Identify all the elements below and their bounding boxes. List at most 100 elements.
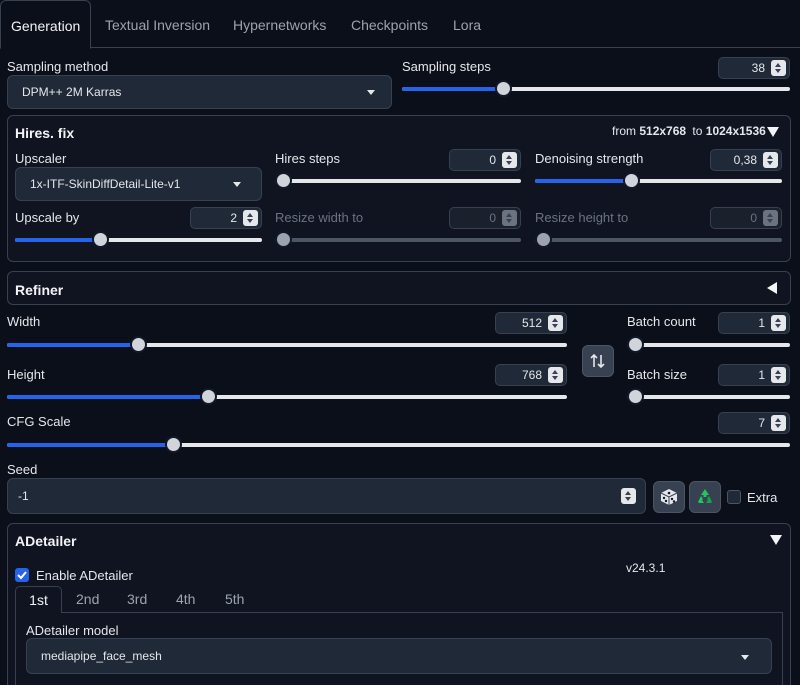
stepper-icon[interactable] bbox=[763, 210, 778, 226]
width-label: Width bbox=[7, 314, 41, 329]
batch-count-input[interactable]: 1 bbox=[718, 312, 790, 334]
width-input[interactable]: 512 bbox=[495, 312, 567, 334]
slider-handle[interactable] bbox=[275, 172, 292, 189]
slider-handle[interactable] bbox=[627, 388, 644, 405]
batch-size-value: 1 bbox=[758, 368, 765, 382]
slider-handle[interactable] bbox=[200, 388, 217, 405]
batch-size-input[interactable]: 1 bbox=[718, 364, 790, 386]
slider-handle[interactable] bbox=[535, 231, 552, 248]
tab-textual-inversion[interactable]: Textual Inversion bbox=[105, 0, 210, 48]
width-slider[interactable] bbox=[7, 336, 567, 353]
upscale-by-input[interactable]: 2 bbox=[190, 207, 262, 229]
adetailer-tab-4th[interactable]: 4th bbox=[176, 586, 195, 613]
denoising-strength-slider[interactable] bbox=[535, 172, 782, 189]
resize-width-input[interactable]: 0 bbox=[449, 207, 521, 229]
stepper-icon[interactable] bbox=[771, 367, 786, 383]
hires-from-size: 512x768 bbox=[639, 124, 687, 138]
adetailer-model-dropdown[interactable]: mediapipe_face_mesh bbox=[26, 638, 772, 674]
height-slider[interactable] bbox=[7, 388, 567, 405]
tab-hypernetworks[interactable]: Hypernetworks bbox=[233, 0, 326, 48]
adetailer-tab-1st[interactable]: 1st bbox=[15, 586, 62, 613]
hires-to-size: 1024x1536 bbox=[705, 124, 766, 138]
upscaler-dropdown[interactable]: 1x-ITF-SkinDiffDetail-Lite-v1 bbox=[15, 167, 262, 201]
stepper-icon[interactable] bbox=[502, 210, 517, 226]
enable-adetailer-label[interactable]: Enable ADetailer bbox=[36, 568, 133, 583]
resize-height-input[interactable]: 0 bbox=[710, 207, 782, 229]
slider-handle[interactable] bbox=[165, 436, 182, 453]
main-tabs: Generation Textual Inversion Hypernetwor… bbox=[0, 0, 800, 49]
batch-size-slider[interactable] bbox=[627, 388, 790, 405]
height-label: Height bbox=[7, 367, 45, 382]
cfg-scale-slider[interactable] bbox=[7, 436, 790, 453]
adetailer-title[interactable]: ADetailer bbox=[15, 533, 76, 549]
slider-fill bbox=[7, 343, 138, 347]
upscaler-label: Upscaler bbox=[15, 151, 67, 166]
tab-checkpoints[interactable]: Checkpoints bbox=[351, 0, 428, 48]
extra-seed-checkbox[interactable] bbox=[727, 490, 741, 504]
reuse-seed-button[interactable] bbox=[689, 481, 721, 513]
adetailer-tab-5th[interactable]: 5th bbox=[225, 586, 244, 613]
slider-handle[interactable] bbox=[627, 336, 644, 353]
sampling-method-dropdown[interactable]: DPM++ 2M Karras bbox=[7, 75, 392, 109]
adetailer-tab-2nd[interactable]: 2nd bbox=[76, 586, 99, 613]
resize-width-slider[interactable] bbox=[275, 231, 521, 248]
stepper-icon[interactable] bbox=[771, 415, 786, 431]
stepper-icon[interactable] bbox=[763, 152, 778, 168]
sampling-steps-slider[interactable] bbox=[402, 80, 790, 97]
batch-size-label: Batch size bbox=[627, 367, 687, 382]
recycle-icon bbox=[698, 489, 712, 503]
extra-seed-label[interactable]: Extra bbox=[747, 490, 777, 505]
sampling-method-value: DPM++ 2M Karras bbox=[22, 85, 122, 99]
refiner-panel[interactable] bbox=[7, 271, 791, 305]
adetailer-tab-3rd[interactable]: 3rd bbox=[127, 586, 147, 613]
hires-from-text: from bbox=[612, 124, 636, 138]
swap-dimensions-icon bbox=[590, 353, 605, 369]
enable-adetailer-checkbox[interactable] bbox=[15, 568, 29, 582]
sampling-steps-input[interactable]: 38 bbox=[718, 57, 790, 79]
chevron-down-icon bbox=[367, 90, 375, 95]
hires-steps-input[interactable]: 0 bbox=[449, 149, 521, 171]
slider-fill bbox=[7, 443, 173, 447]
denoising-strength-label: Denoising strength bbox=[535, 151, 644, 166]
resize-height-slider[interactable] bbox=[535, 231, 782, 248]
stepper-icon[interactable] bbox=[771, 60, 786, 76]
expand-triangle-icon[interactable] bbox=[767, 282, 777, 294]
upscale-by-slider[interactable] bbox=[15, 231, 262, 248]
seed-input[interactable]: -1 bbox=[7, 478, 646, 514]
height-input[interactable]: 768 bbox=[495, 364, 567, 386]
stepper-icon[interactable] bbox=[243, 210, 258, 226]
slider-handle[interactable] bbox=[130, 336, 147, 353]
resize-height-label: Resize height to bbox=[535, 210, 629, 225]
refiner-title[interactable]: Refiner bbox=[15, 282, 63, 298]
hires-steps-label: Hires steps bbox=[275, 151, 341, 166]
hires-steps-slider[interactable] bbox=[275, 172, 521, 189]
tab-lora[interactable]: Lora bbox=[453, 0, 481, 48]
tab-generation[interactable]: Generation bbox=[0, 0, 92, 49]
stepper-icon[interactable] bbox=[548, 315, 563, 331]
slider-handle[interactable] bbox=[92, 231, 109, 248]
height-value: 768 bbox=[521, 368, 542, 382]
slider-handle[interactable] bbox=[623, 172, 640, 189]
stepper-icon[interactable] bbox=[771, 315, 786, 331]
batch-count-slider[interactable] bbox=[627, 336, 790, 353]
stepper-icon[interactable] bbox=[548, 367, 563, 383]
stepper-icon[interactable] bbox=[502, 152, 517, 168]
sampling-method-label: Sampling method bbox=[7, 59, 109, 74]
cfg-scale-input[interactable]: 7 bbox=[718, 412, 790, 434]
hires-steps-value: 0 bbox=[489, 153, 496, 167]
swap-dimensions-button[interactable] bbox=[582, 345, 614, 377]
hires-fix-title[interactable]: Hires. fix bbox=[15, 125, 74, 141]
random-seed-button[interactable] bbox=[653, 481, 685, 513]
slider-handle[interactable] bbox=[495, 80, 512, 97]
sampling-steps-value: 38 bbox=[751, 61, 765, 75]
collapse-triangle-icon[interactable] bbox=[770, 535, 782, 545]
upscale-by-value: 2 bbox=[230, 211, 237, 225]
slider-handle[interactable] bbox=[275, 231, 292, 248]
checkmark-icon bbox=[17, 571, 27, 580]
collapse-triangle-icon[interactable] bbox=[767, 127, 779, 137]
stepper-icon[interactable] bbox=[621, 488, 636, 504]
denoising-strength-input[interactable]: 0,38 bbox=[710, 149, 782, 171]
denoising-strength-value: 0,38 bbox=[733, 153, 757, 167]
upscale-by-label: Upscale by bbox=[15, 210, 80, 225]
adetailer-model-label: ADetailer model bbox=[26, 623, 119, 638]
